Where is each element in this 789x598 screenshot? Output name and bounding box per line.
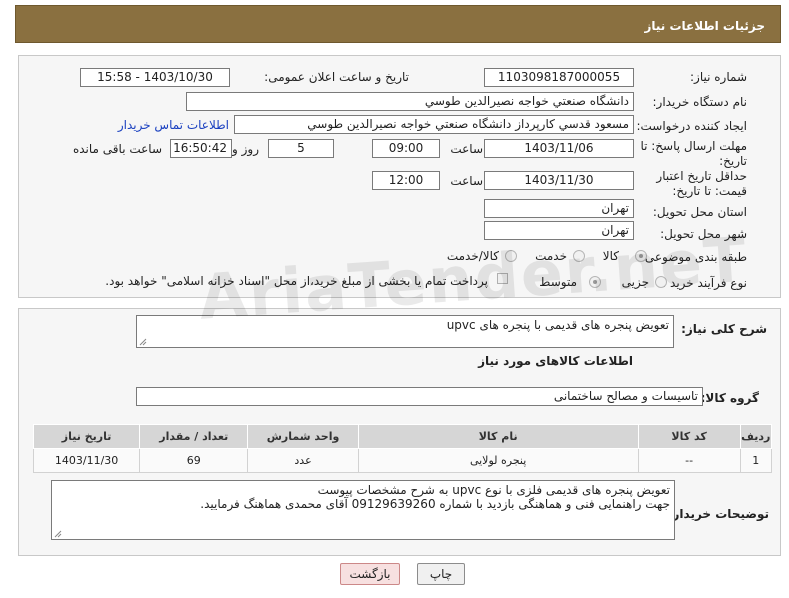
- description-field: تعویض پنجره های قدیمی با پنجره های upvc: [136, 315, 674, 348]
- reply-date-field: 1403/11/06: [484, 139, 634, 158]
- cell-goods-code: --: [637, 448, 741, 473]
- city-field: تهران: [484, 221, 634, 240]
- province-label: استان محل تحویل:: [652, 205, 747, 219]
- cell-row-number: 1: [739, 448, 773, 473]
- reply-deadline-label: مهلت ارسال پاسخ: تا تاریخ:: [637, 139, 747, 169]
- goods-table: ردیف کد کالا نام کالا واحد شمارش تعداد /…: [32, 424, 773, 473]
- col-quantity: تعداد / مقدار: [139, 424, 249, 449]
- process-minor-label: جزیی: [621, 275, 649, 289]
- col-goods-code: کد کالا: [637, 424, 741, 449]
- reply-time-field: 09:00: [372, 139, 440, 158]
- buyer-notes-label: توضیحات خریدار:: [667, 507, 769, 521]
- resize-grip-icon[interactable]: [139, 338, 147, 346]
- process-medium-radio[interactable]: [589, 276, 601, 288]
- creator-field: مسعود قدسي کارپرداز دانشگاه صنعتي خواجه …: [234, 115, 634, 134]
- cell-quantity: 69: [139, 448, 249, 473]
- announce-datetime-field: 1403/10/30 - 15:58: [80, 68, 230, 87]
- col-unit: واحد شمارش: [247, 424, 359, 449]
- goods-info-title: اطلاعات کالاهای مورد نیاز: [478, 354, 633, 368]
- validity-date-field: 1403/11/30: [484, 171, 634, 190]
- category-service-radio[interactable]: [573, 250, 585, 262]
- category-label: طبقه بندی موضوعی:: [640, 250, 747, 264]
- page-title: جزئیات اطلاعات نیاز: [644, 19, 765, 33]
- buyer-notes-field: تعویض پنجره های قدیمی فلزی با نوع upvc ب…: [51, 480, 675, 540]
- buyer-org-field: دانشگاه صنعتي خواجه نصيرالدين طوسي: [186, 92, 634, 111]
- goods-group-label: گروه کالا:: [700, 391, 759, 405]
- category-service-label: خدمت: [535, 249, 567, 263]
- treasury-payment-checkbox[interactable]: [497, 273, 508, 284]
- province-field: تهران: [484, 199, 634, 218]
- category-goods-service-radio[interactable]: [505, 250, 517, 262]
- buyer-contact-link[interactable]: اطلاعات تماس خریدار: [118, 118, 229, 132]
- goods-group-field: تاسیسات و مصالح ساختمانی: [136, 387, 703, 406]
- category-goods-radio[interactable]: [635, 250, 647, 262]
- validity-time-field: 12:00: [372, 171, 440, 190]
- cell-unit: عدد: [247, 448, 359, 473]
- cell-goods-name: پنجره لولایی: [357, 448, 639, 473]
- remaining-time-label: ساعت باقی مانده: [72, 142, 162, 156]
- buyer-notes-line2: جهت راهنمایی فنی و هماهنگی بازدید با شما…: [200, 497, 670, 511]
- creator-label: ایجاد کننده درخواست:: [636, 119, 747, 133]
- days-remaining-field: 5: [268, 139, 334, 158]
- process-minor-radio[interactable]: [655, 276, 667, 288]
- reply-deadline-label-text: مهلت ارسال پاسخ: تا تاریخ:: [640, 139, 747, 168]
- process-medium-label: متوسط: [539, 275, 577, 289]
- price-validity-label-text: حداقل تاریخ اعتبار قیمت: تا تاریخ:: [656, 169, 747, 198]
- reply-time-label: ساعت: [450, 142, 483, 156]
- buyer-org-label: نام دستگاه خریدار:: [652, 95, 748, 109]
- table-row: 1 -- پنجره لولایی عدد 69 1403/11/30: [32, 448, 773, 473]
- cell-need-date: 1403/11/30: [32, 448, 141, 473]
- days-label: روز و: [232, 142, 259, 156]
- description-label: شرح کلی نیاز:: [681, 322, 767, 336]
- category-goods-label: کالا: [602, 249, 619, 263]
- table-header-row: ردیف کد کالا نام کالا واحد شمارش تعداد /…: [32, 424, 773, 449]
- treasury-payment-note: پرداخت تمام یا بخشی از مبلغ خرید،از محل …: [105, 274, 488, 288]
- need-number-label: شماره نیاز:: [690, 70, 747, 84]
- back-button[interactable]: بازگشت: [340, 563, 400, 585]
- price-validity-label: حداقل تاریخ اعتبار قیمت: تا تاریخ:: [622, 169, 747, 199]
- need-number-field: 1103098187000055: [484, 68, 634, 87]
- process-type-label: نوع فرآیند خرید :: [662, 276, 747, 290]
- remaining-time-field: 16:50:42: [170, 139, 232, 158]
- category-goods-service-label: کالا/خدمت: [446, 249, 499, 263]
- city-label: شهر محل تحویل:: [660, 227, 747, 241]
- resize-grip-icon[interactable]: [54, 530, 62, 538]
- buyer-notes-line1: تعویض پنجره های قدیمی فلزی با نوع upvc ب…: [317, 483, 670, 497]
- col-need-date: تاریخ نیاز: [32, 424, 141, 449]
- col-goods-name: نام کالا: [357, 424, 639, 449]
- col-row-number: ردیف: [739, 424, 773, 449]
- description-text: تعویض پنجره های قدیمی با پنجره های upvc: [446, 318, 669, 332]
- print-button[interactable]: چاپ: [417, 563, 465, 585]
- page-header: جزئیات اطلاعات نیاز: [15, 5, 781, 43]
- validity-time-label: ساعت: [450, 174, 483, 188]
- announce-datetime-label: تاریخ و ساعت اعلان عمومی:: [264, 70, 409, 84]
